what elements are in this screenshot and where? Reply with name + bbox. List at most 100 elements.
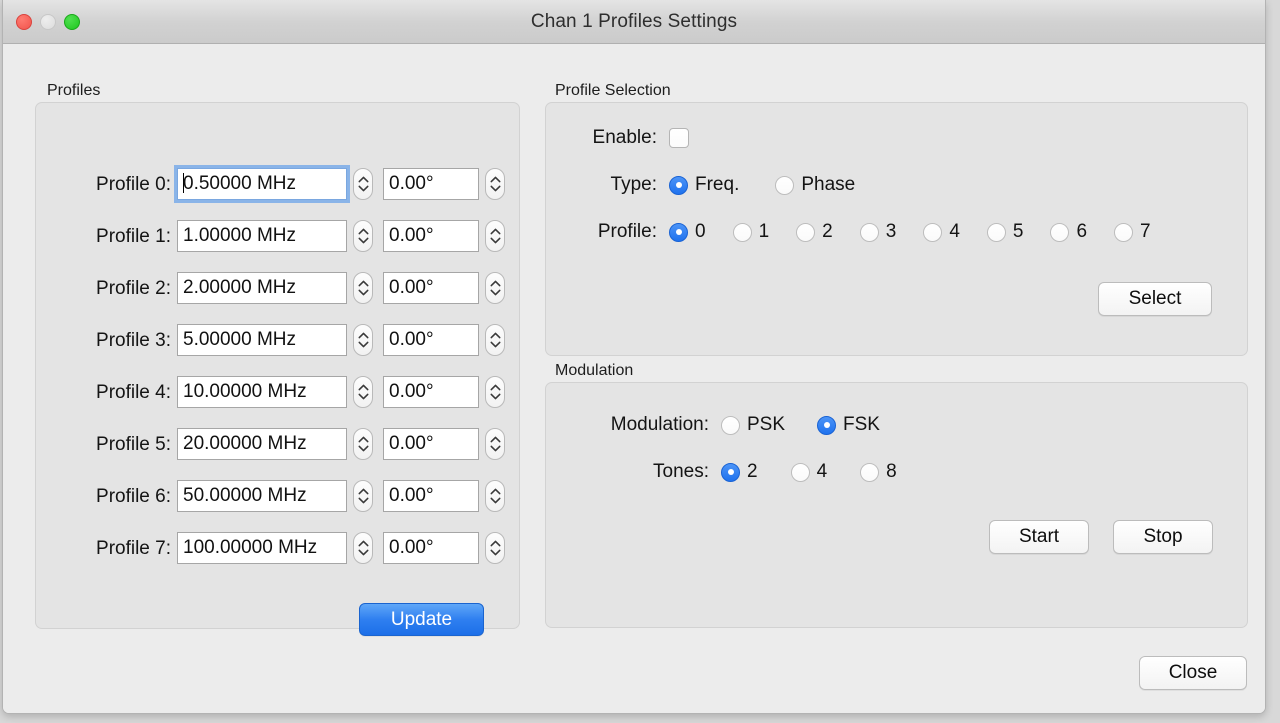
phase-input[interactable]: 0.00° (383, 532, 479, 564)
radio-icon[interactable] (1114, 222, 1134, 242)
modulation-radio-group: PSK FSK (721, 414, 880, 436)
phase-input[interactable]: 0.00° (383, 168, 479, 200)
modulation-label: Modulation: (610, 414, 709, 435)
tones-option-8[interactable]: 8 (860, 461, 897, 483)
modulation-row: Modulation: PSK FSK (569, 414, 880, 436)
profile-option-label: 2 (822, 221, 833, 242)
radio-icon[interactable] (986, 222, 1006, 242)
enable-checkbox[interactable] (669, 128, 689, 148)
radio-icon[interactable] (790, 462, 810, 482)
modulation-option-fsk[interactable]: FSK (817, 414, 880, 436)
frequency-stepper[interactable] (353, 168, 373, 200)
profile-option-label: 0 (695, 221, 706, 242)
title-bar: Chan 1 Profiles Settings (3, 0, 1265, 44)
phase-stepper[interactable] (485, 532, 505, 564)
phase-input[interactable]: 0.00° (383, 220, 479, 252)
profile-option-4[interactable]: 4 (923, 221, 960, 243)
profile-row: Profile 5: 20.00000 MHz 0.00° (35, 428, 520, 462)
radio-icon[interactable] (796, 222, 816, 242)
modulation-option-label: PSK (747, 414, 786, 435)
phase-input[interactable]: 0.00° (383, 428, 479, 460)
type-option-freq[interactable]: Freq. (669, 174, 739, 196)
phase-input[interactable]: 0.00° (383, 480, 479, 512)
profile-option-7[interactable]: 7 (1114, 221, 1151, 243)
profile-option-3[interactable]: 3 (859, 221, 896, 243)
close-dialog-button[interactable]: Close (1139, 656, 1247, 690)
profile-option-5[interactable]: 5 (986, 221, 1024, 243)
radio-icon[interactable] (817, 415, 837, 435)
update-button[interactable]: Update (359, 603, 484, 636)
tones-radio-group: 2 4 8 (721, 461, 897, 483)
frequency-input[interactable]: 5.00000 MHz (177, 324, 347, 356)
phase-stepper[interactable] (485, 168, 505, 200)
enable-label: Enable: (592, 127, 657, 148)
radio-icon[interactable] (859, 222, 879, 242)
profile-option-6[interactable]: 6 (1050, 221, 1087, 243)
tones-option-4[interactable]: 4 (790, 461, 827, 483)
profile-label: Profile 0: (96, 174, 171, 195)
frequency-stepper[interactable] (353, 428, 373, 460)
profile-label: Profile 5: (96, 434, 171, 455)
frequency-stepper[interactable] (353, 532, 373, 564)
tones-label: Tones: (653, 461, 709, 482)
radio-icon[interactable] (721, 462, 740, 482)
phase-stepper[interactable] (485, 376, 505, 408)
frequency-stepper[interactable] (353, 376, 373, 408)
profile-row: Profile 0: 0.50000 MHz 0.00° (35, 165, 520, 203)
frequency-stepper[interactable] (353, 480, 373, 512)
profiles-rows: Profile 0: 0.50000 MHz 0.00° Profile 1: 1.00… (35, 102, 520, 629)
frequency-input[interactable]: 0.50000 MHz (174, 165, 350, 203)
phase-input[interactable]: 0.00° (383, 272, 479, 304)
profile-label: Profile 2: (96, 278, 171, 299)
frequency-input[interactable]: 1.00000 MHz (177, 220, 347, 252)
modulation-option-psk[interactable]: PSK (721, 414, 785, 436)
phase-stepper[interactable] (485, 220, 505, 252)
select-button[interactable]: Select (1098, 282, 1212, 316)
stop-button[interactable]: Stop (1113, 520, 1213, 554)
tones-option-2[interactable]: 2 (721, 461, 758, 483)
radio-icon[interactable] (860, 462, 880, 482)
type-option-label: Freq. (695, 174, 740, 195)
frequency-input[interactable]: 50.00000 MHz (177, 480, 347, 512)
phase-stepper[interactable] (485, 324, 505, 356)
frequency-stepper[interactable] (353, 324, 373, 356)
profile-option-label: 1 (758, 221, 770, 242)
frequency-input[interactable]: 100.00000 MHz (177, 532, 347, 564)
start-button[interactable]: Start (989, 520, 1089, 554)
phase-stepper[interactable] (485, 428, 505, 460)
profile-row: Profile 2: 2.00000 MHz 0.00° (35, 272, 520, 306)
profile-option-1[interactable]: 1 (732, 221, 770, 243)
profile-row: Profile 4: 10.00000 MHz 0.00° (35, 376, 520, 410)
frequency-stepper[interactable] (353, 272, 373, 304)
phase-stepper[interactable] (485, 480, 505, 512)
profile-option-label: 5 (1012, 221, 1024, 242)
dialog-window: Chan 1 Profiles Settings Profiles Profil… (2, 0, 1266, 714)
dialog-content: Profiles Profile 0: 0.50000 MHz 0.00° Profi… (3, 44, 1265, 713)
frequency-input[interactable]: 20.00000 MHz (177, 428, 347, 460)
radio-icon[interactable] (732, 222, 752, 242)
radio-icon[interactable] (669, 175, 688, 195)
profile-selection-group-title: Profile Selection (555, 82, 671, 99)
profile-option-2[interactable]: 2 (796, 221, 833, 243)
profile-label: Profile 1: (96, 226, 171, 247)
tones-option-label: 8 (886, 461, 897, 482)
frequency-input[interactable]: 10.00000 MHz (177, 376, 347, 408)
phase-input[interactable]: 0.00° (383, 376, 479, 408)
profile-label: Profile 3: (96, 330, 171, 351)
profile-row: Profile 1: 1.00000 MHz 0.00° (35, 220, 520, 254)
frequency-input[interactable]: 2.00000 MHz (177, 272, 347, 304)
phase-input[interactable]: 0.00° (383, 324, 479, 356)
profile-label: Profile 7: (96, 538, 171, 559)
profile-option-label: 7 (1140, 221, 1151, 242)
radio-icon[interactable] (669, 222, 688, 242)
frequency-stepper[interactable] (353, 220, 373, 252)
phase-stepper[interactable] (485, 272, 505, 304)
type-option-phase[interactable]: Phase (775, 174, 855, 196)
tones-option-label: 2 (747, 461, 758, 482)
radio-icon[interactable] (1050, 222, 1070, 242)
radio-icon[interactable] (775, 175, 795, 195)
radio-icon[interactable] (923, 222, 943, 242)
profile-label: Profile 6: (96, 486, 171, 507)
radio-icon[interactable] (721, 415, 740, 435)
profile-option-0[interactable]: 0 (669, 221, 706, 243)
